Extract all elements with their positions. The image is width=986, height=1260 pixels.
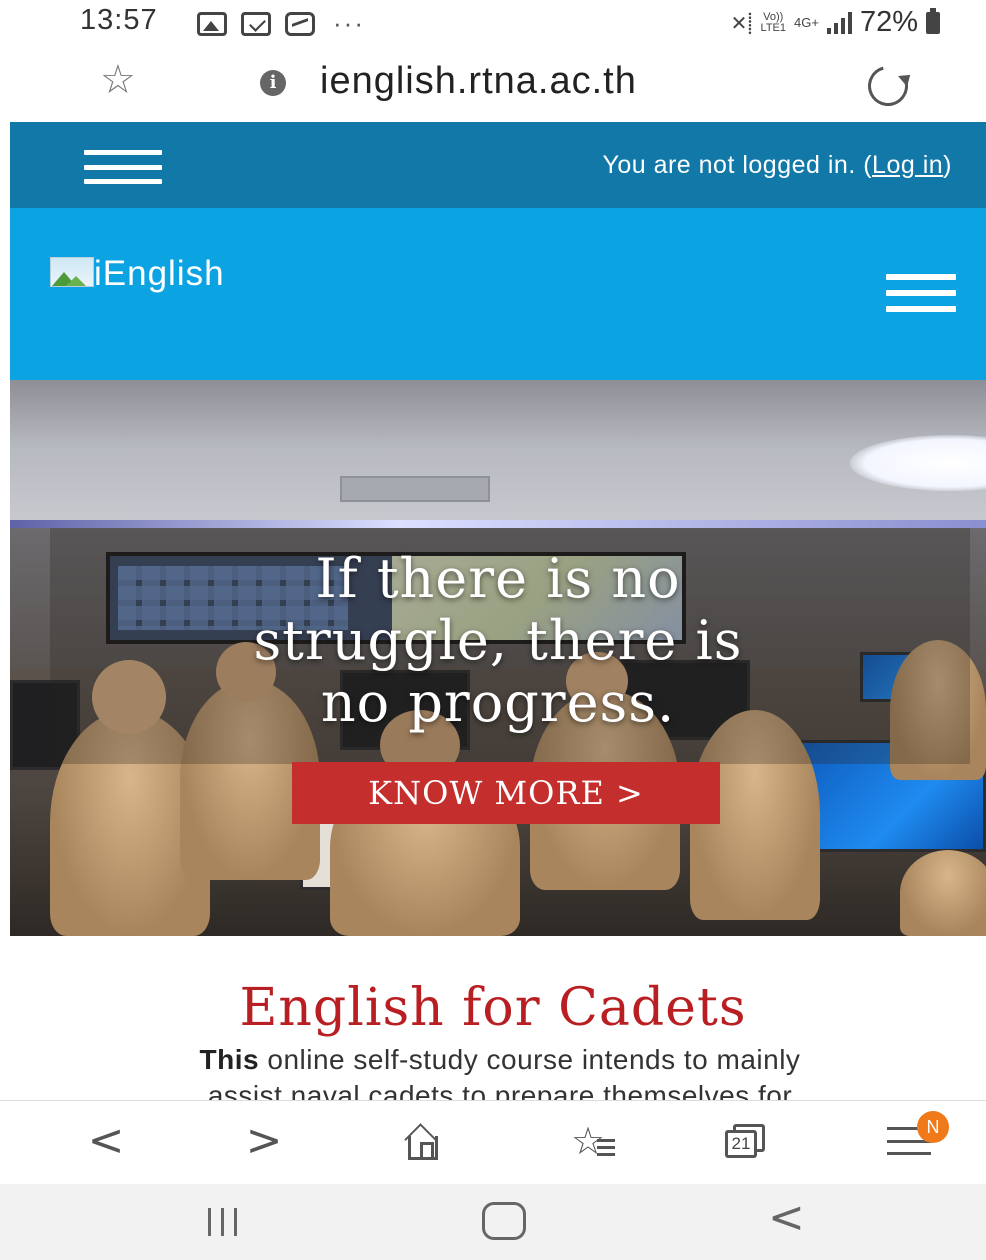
signal-icon bbox=[826, 11, 852, 34]
home-icon bbox=[408, 1136, 438, 1160]
hamburger-line bbox=[886, 306, 956, 312]
volte-label: Vo)) bbox=[763, 10, 784, 23]
login-suffix: ) bbox=[943, 151, 952, 179]
notification-badge: N bbox=[917, 1111, 949, 1143]
logo-text: iEnglish bbox=[94, 254, 225, 293]
quote-line-2: struggle, there is bbox=[253, 609, 743, 672]
hamburger-line bbox=[84, 150, 162, 155]
battery-icon bbox=[926, 7, 940, 34]
hamburger-line bbox=[886, 290, 956, 296]
status-bar: 13:57 ··· ✕⸽ Vo)) LTE1 4G+ 72% bbox=[0, 0, 986, 44]
quote-line-1: If there is no bbox=[315, 547, 681, 610]
intro-line-1: online self-study course intends to main… bbox=[259, 1044, 801, 1075]
battery-percent: 72% bbox=[859, 6, 918, 38]
tabs-count: 21 bbox=[725, 1130, 757, 1158]
hamburger-line bbox=[886, 274, 956, 280]
notification-icons: ··· bbox=[197, 8, 365, 39]
reload-icon[interactable] bbox=[860, 58, 916, 114]
back-icon: < bbox=[87, 1115, 125, 1166]
network-type: 4G+ bbox=[794, 15, 819, 30]
brand-header: iEnglish bbox=[10, 208, 986, 380]
login-prefix: You are not logged in. ( bbox=[602, 151, 873, 179]
mail-notification-icon bbox=[241, 11, 271, 36]
site-info-icon[interactable]: i bbox=[260, 70, 286, 96]
image-notification-icon bbox=[197, 11, 227, 36]
quote-line-3: no progress. bbox=[320, 671, 676, 734]
back-button[interactable]: < bbox=[84, 1117, 128, 1165]
tabs-icon: 21 bbox=[725, 1124, 765, 1158]
hero-banner: If there is no struggle, there is no pro… bbox=[10, 380, 986, 936]
system-nav-bar: < bbox=[0, 1184, 986, 1260]
intro-bold: This bbox=[199, 1044, 260, 1075]
forward-icon: > bbox=[245, 1115, 283, 1166]
browser-toolbar: < > ☆ 21 N bbox=[0, 1100, 986, 1184]
bookmarks-button[interactable]: ☆ bbox=[560, 1117, 616, 1165]
main-menu-button[interactable] bbox=[886, 274, 956, 312]
section-title: English for Cadets bbox=[239, 978, 747, 1038]
site-logo[interactable]: iEnglish bbox=[50, 250, 225, 294]
recent-apps-icon[interactable] bbox=[208, 1208, 237, 1236]
hamburger-line bbox=[84, 164, 162, 170]
more-notifications-icon: ··· bbox=[333, 8, 365, 38]
know-more-button[interactable]: KNOW MORE > bbox=[292, 762, 720, 824]
login-link[interactable]: Log in bbox=[872, 151, 943, 179]
broken-image-icon bbox=[50, 257, 94, 287]
menu-icon: N bbox=[887, 1111, 949, 1155]
status-time: 13:57 bbox=[80, 4, 158, 36]
bookmarks-icon: ☆ bbox=[571, 1119, 615, 1164]
login-status: You are not logged in. (Log in) bbox=[602, 151, 952, 180]
browser-menu-button[interactable]: N bbox=[884, 1111, 949, 1165]
favorite-star-icon[interactable]: ☆ bbox=[100, 60, 136, 100]
mute-icon: ✕⸽ bbox=[730, 13, 753, 35]
forward-button[interactable]: > bbox=[242, 1117, 286, 1165]
lte-label: LTE1 bbox=[760, 21, 787, 34]
home-button[interactable] bbox=[398, 1117, 448, 1165]
hero-quote: If there is no struggle, there is no pro… bbox=[10, 548, 986, 734]
system-status: ✕⸽ Vo)) LTE1 4G+ 72% bbox=[731, 6, 940, 39]
browser-url-bar: ☆ i ienglish.rtna.ac.th bbox=[0, 44, 986, 122]
volte-indicator: Vo)) LTE1 bbox=[760, 10, 787, 34]
hamburger-line bbox=[84, 179, 162, 184]
url-text[interactable]: ienglish.rtna.ac.th bbox=[320, 60, 637, 103]
back-nav-icon[interactable]: < bbox=[768, 1196, 805, 1240]
topbar-menu-button[interactable] bbox=[84, 150, 162, 184]
message-notification-icon bbox=[285, 11, 315, 36]
home-nav-icon[interactable] bbox=[482, 1202, 526, 1240]
site-topbar: You are not logged in. (Log in) bbox=[10, 122, 986, 208]
tabs-button[interactable]: 21 bbox=[720, 1117, 770, 1165]
